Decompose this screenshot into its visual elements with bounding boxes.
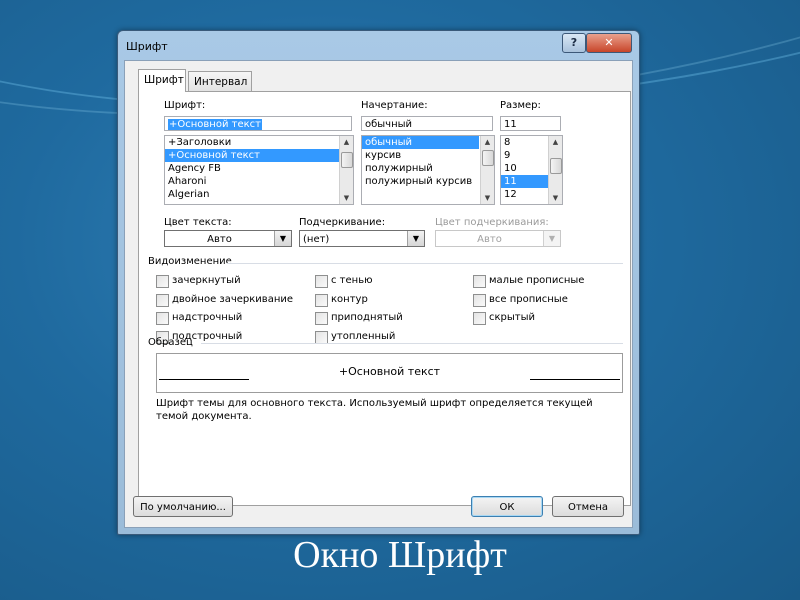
- scroll-up-icon[interactable]: ▲: [340, 136, 353, 148]
- dropdown-arrow-icon[interactable]: ▼: [407, 231, 424, 246]
- style-list-scrollbar[interactable]: ▲ ▼: [480, 136, 494, 204]
- tab-panel-font: Шрифт: +Основной текст +Заголовки +Основ…: [138, 91, 631, 506]
- set-default-button[interactable]: По умолчанию...: [133, 496, 233, 517]
- underline-label: Подчеркивание:: [299, 217, 386, 228]
- font-name-value: +Основной текст: [168, 119, 262, 130]
- scroll-down-icon[interactable]: ▼: [481, 192, 494, 204]
- ok-button[interactable]: ОК: [471, 496, 543, 517]
- list-item[interactable]: 12: [501, 188, 548, 201]
- font-listbox[interactable]: +Заголовки +Основной текст Agency FB Aha…: [164, 135, 354, 205]
- scroll-up-icon[interactable]: ▲: [549, 136, 562, 148]
- superscript-label: надстрочный: [172, 312, 243, 323]
- text-color-select[interactable]: Авто ▼: [164, 230, 292, 247]
- all-caps-checkbox[interactable]: [473, 294, 486, 307]
- font-name-input[interactable]: +Основной текст: [164, 116, 352, 131]
- tab-interval[interactable]: Интервал: [188, 71, 252, 92]
- superscript-checkbox[interactable]: [156, 312, 169, 325]
- list-item[interactable]: полужирный: [362, 162, 494, 175]
- outline-checkbox[interactable]: [315, 294, 328, 307]
- divider: [201, 343, 623, 344]
- dropdown-arrow-icon: ▼: [543, 231, 560, 246]
- slide-caption: Окно Шрифт: [293, 534, 507, 576]
- scroll-thumb[interactable]: [482, 150, 494, 166]
- cancel-button[interactable]: Отмена: [552, 496, 624, 517]
- hidden-label: скрытый: [489, 312, 536, 323]
- style-label: Начертание:: [361, 100, 428, 111]
- dropdown-arrow-icon[interactable]: ▼: [274, 231, 291, 246]
- list-item[interactable]: Agency FB: [165, 162, 353, 175]
- emboss-label: приподнятый: [331, 312, 403, 323]
- size-input[interactable]: 11: [500, 116, 561, 131]
- small-caps-label: малые прописные: [489, 275, 585, 286]
- all-caps-label: все прописные: [489, 294, 568, 305]
- sample-baseline-right: [530, 379, 620, 380]
- underline-color-select: Авто ▼: [435, 230, 561, 247]
- scroll-down-icon[interactable]: ▼: [340, 192, 353, 204]
- text-color-value: Авто: [207, 234, 232, 245]
- tab-font[interactable]: Шрифт: [138, 69, 186, 92]
- scroll-thumb[interactable]: [341, 152, 353, 168]
- font-label: Шрифт:: [164, 100, 206, 111]
- list-item[interactable]: 10: [501, 162, 548, 175]
- list-item[interactable]: полужирный курсив: [362, 175, 494, 188]
- effects-group-label: Видоизменение: [148, 256, 232, 267]
- emboss-checkbox[interactable]: [315, 312, 328, 325]
- scroll-thumb[interactable]: [550, 158, 562, 174]
- list-item[interactable]: обычный: [362, 136, 479, 149]
- list-item[interactable]: 11: [501, 175, 548, 188]
- size-label: Размер:: [500, 100, 541, 111]
- shadow-checkbox[interactable]: [315, 275, 328, 288]
- scroll-down-icon[interactable]: ▼: [549, 192, 562, 204]
- list-item[interactable]: курсив: [362, 149, 494, 162]
- size-list-scrollbar[interactable]: ▲ ▼: [548, 136, 562, 204]
- sample-text: +Основной текст: [338, 365, 441, 378]
- list-item[interactable]: 9: [501, 149, 548, 162]
- sample-baseline-left: [159, 379, 249, 380]
- style-input[interactable]: обычный: [361, 116, 493, 131]
- double-strikethrough-checkbox[interactable]: [156, 294, 169, 307]
- strikethrough-label: зачеркнутый: [172, 275, 241, 286]
- sample-note: Шрифт темы для основного текста. Использ…: [156, 398, 593, 422]
- dialog-client: Шрифт Интервал Шрифт: +Основной текст +З…: [124, 60, 633, 528]
- double-strikethrough-label: двойное зачеркивание: [172, 294, 294, 305]
- list-item[interactable]: Aharoni: [165, 175, 353, 188]
- font-dialog: Шрифт ? ✕ Шрифт Интервал Шрифт: +Основно…: [117, 30, 640, 535]
- strikethrough-checkbox[interactable]: [156, 275, 169, 288]
- list-item[interactable]: +Заголовки: [165, 136, 353, 149]
- shadow-label: с тенью: [331, 275, 373, 286]
- small-caps-checkbox[interactable]: [473, 275, 486, 288]
- underline-color-value: Авто: [477, 234, 502, 245]
- list-item[interactable]: Algerian: [165, 188, 353, 201]
- text-color-label: Цвет текста:: [164, 217, 232, 228]
- sample-group-label: Образец: [148, 337, 193, 348]
- underline-select[interactable]: (нет) ▼: [299, 230, 425, 247]
- title-bar[interactable]: Шрифт ? ✕: [118, 31, 639, 59]
- hidden-checkbox[interactable]: [473, 312, 486, 325]
- font-list-scrollbar[interactable]: ▲ ▼: [339, 136, 353, 204]
- sample-preview: +Основной текст: [156, 353, 623, 393]
- outline-label: контур: [331, 294, 368, 305]
- engrave-label: утопленный: [331, 331, 396, 342]
- divider: [227, 263, 623, 264]
- scroll-up-icon[interactable]: ▲: [481, 136, 494, 148]
- close-button[interactable]: ✕: [586, 33, 632, 53]
- help-button[interactable]: ?: [562, 33, 586, 53]
- size-listbox[interactable]: 8 9 10 11 12 ▲ ▼: [500, 135, 563, 205]
- list-item[interactable]: 8: [501, 136, 548, 149]
- style-listbox[interactable]: обычный курсив полужирный полужирный кур…: [361, 135, 495, 205]
- window-title: Шрифт: [126, 40, 168, 53]
- underline-value: (нет): [303, 234, 330, 245]
- underline-color-label: Цвет подчеркивания:: [435, 217, 549, 228]
- list-item[interactable]: +Основной текст: [165, 149, 353, 162]
